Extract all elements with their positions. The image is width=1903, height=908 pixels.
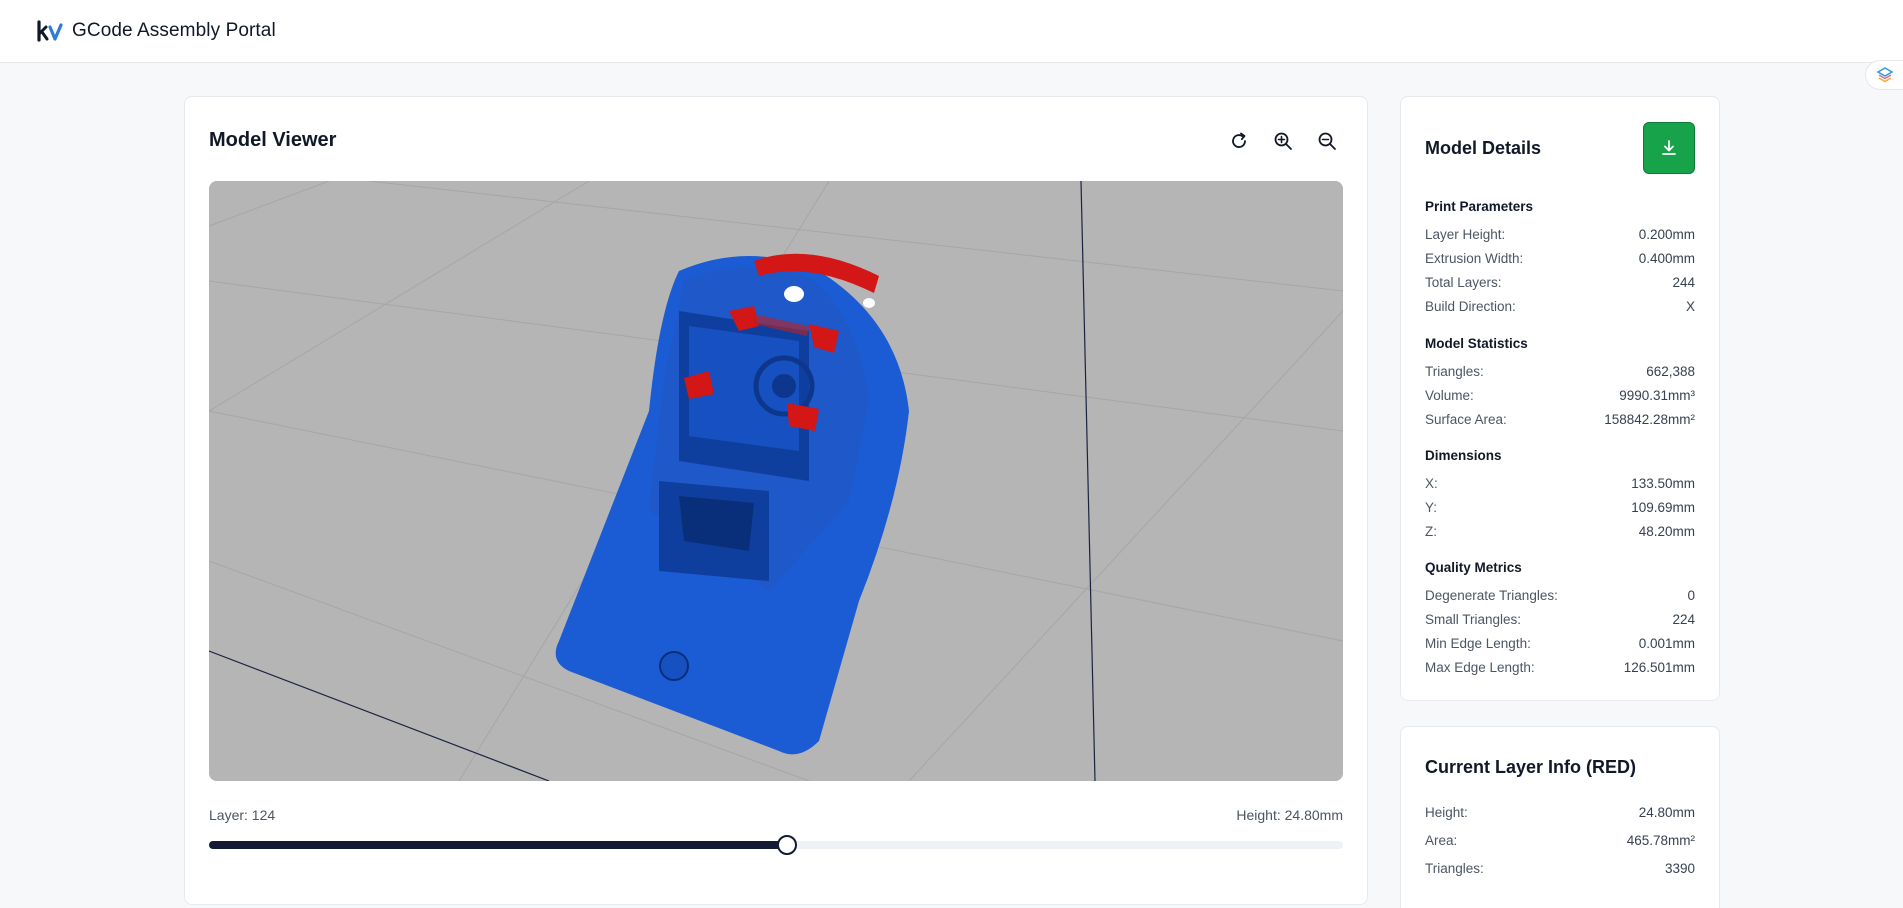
quality-metrics-heading: Quality Metrics bbox=[1425, 560, 1522, 575]
detail-row: Max Edge Length: 126.501mm bbox=[1425, 660, 1695, 675]
zoom-in-button[interactable] bbox=[1269, 127, 1297, 155]
detail-row: Min Edge Length: 0.001mm bbox=[1425, 636, 1695, 651]
detail-row: Height: 24.80mm bbox=[1425, 805, 1695, 820]
zoom-out-icon bbox=[1318, 132, 1336, 150]
detail-row: Triangles: 662,388 bbox=[1425, 364, 1695, 379]
model-statistics-heading: Model Statistics bbox=[1425, 336, 1528, 351]
layer-height-label: Height: 24.80mm bbox=[1236, 807, 1343, 823]
detail-row: Triangles: 3390 bbox=[1425, 861, 1695, 876]
download-icon bbox=[1662, 140, 1676, 155]
detail-row: Y: 109.69mm bbox=[1425, 500, 1695, 515]
3d-model-canvas[interactable] bbox=[209, 181, 1343, 781]
detail-row: Extrusion Width: 0.400mm bbox=[1425, 251, 1695, 266]
detail-row: Build Direction: X bbox=[1425, 299, 1695, 314]
detail-row: Degenerate Triangles: 0 bbox=[1425, 588, 1695, 603]
detail-row: Area: 465.78mm² bbox=[1425, 833, 1695, 848]
download-button[interactable] bbox=[1643, 122, 1695, 174]
reset-view-button[interactable] bbox=[1225, 127, 1253, 155]
layer-slider[interactable] bbox=[209, 835, 1343, 855]
app-logo-icon[interactable] bbox=[37, 19, 63, 43]
app-title[interactable]: GCode Assembly Portal bbox=[72, 20, 276, 42]
current-layer-card: Current Layer Info (RED) Height: 24.80mm … bbox=[1400, 726, 1720, 908]
layer-number-label: Layer: 124 bbox=[209, 807, 276, 823]
model-details-card: Model Details Print Parameters Layer Hei… bbox=[1400, 96, 1720, 701]
detail-row: X: 133.50mm bbox=[1425, 476, 1695, 491]
zoom-in-icon bbox=[1274, 132, 1292, 150]
detail-row: Z: 48.20mm bbox=[1425, 524, 1695, 539]
layers-icon bbox=[1875, 67, 1894, 83]
detail-row: Surface Area: 158842.28mm² bbox=[1425, 412, 1695, 427]
top-navbar: GCode Assembly Portal bbox=[0, 0, 1903, 63]
detail-row: Layer Height: 0.200mm bbox=[1425, 227, 1695, 242]
current-layer-title: Current Layer Info (RED) bbox=[1425, 757, 1637, 777]
model-viewer-card: Model Viewer Layer: 124 Height: 24.80mm bbox=[184, 96, 1368, 905]
reset-view-icon bbox=[1232, 132, 1246, 148]
print-parameters-heading: Print Parameters bbox=[1425, 199, 1534, 214]
layer-slider-thumb[interactable] bbox=[777, 835, 798, 855]
detail-row: Total Layers: 244 bbox=[1425, 275, 1695, 290]
details-title: Model Details bbox=[1425, 138, 1542, 158]
detail-row: Small Triangles: 224 bbox=[1425, 612, 1695, 627]
dimensions-heading: Dimensions bbox=[1425, 448, 1502, 463]
detail-row: Volume: 9990.31mm³ bbox=[1425, 388, 1695, 403]
zoom-out-button[interactable] bbox=[1313, 127, 1341, 155]
viewer-title: Model Viewer bbox=[209, 129, 337, 151]
layer-slider-fill bbox=[209, 841, 788, 849]
extension-badge[interactable] bbox=[1865, 60, 1903, 90]
build-plate-scene bbox=[209, 181, 1343, 781]
